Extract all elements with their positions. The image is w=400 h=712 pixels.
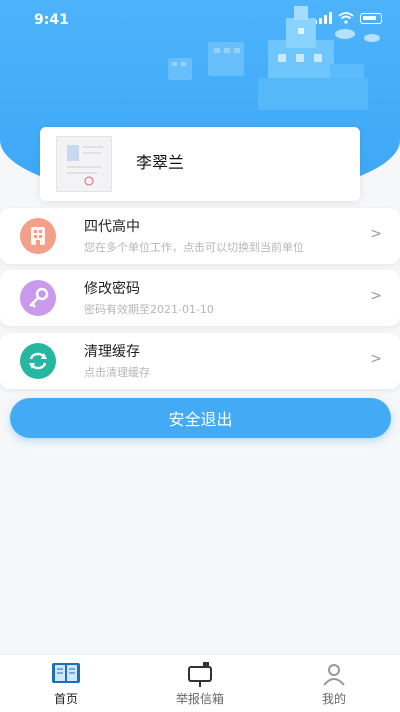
- menu-item-clear-cache[interactable]: 清理缓存 点击清理缓存 >: [0, 333, 400, 389]
- tab-label: 举报信箱: [175, 692, 224, 706]
- menu-item-title: 四代高中: [84, 219, 140, 235]
- avatar[interactable]: [56, 136, 112, 192]
- key-icon: [20, 280, 56, 316]
- user-card: 李翠兰: [40, 127, 360, 201]
- tab-mine[interactable]: 我的: [284, 655, 384, 712]
- book-icon: [52, 663, 80, 683]
- tab-label: 我的: [321, 692, 346, 706]
- menu-item-title: 清理缓存: [84, 344, 140, 360]
- tab-report-mailbox[interactable]: 举报信箱: [150, 655, 250, 712]
- chevron-right-icon: >: [370, 351, 382, 367]
- id-card-image: [67, 145, 103, 186]
- menu-item-title: 修改密码: [84, 281, 140, 297]
- tab-label: 首页: [53, 692, 78, 706]
- tab-bar: 首页 举报信箱 我的: [0, 654, 400, 712]
- chevron-right-icon: >: [370, 288, 382, 304]
- refresh-icon: [20, 343, 56, 379]
- menu-item-subtitle: 点击清理缓存: [84, 366, 150, 379]
- building-icon: [20, 218, 56, 254]
- mailbox-icon: [188, 662, 212, 687]
- menu-item-subtitle: 您在多个单位工作，点击可以切换到当前单位: [84, 241, 304, 254]
- logout-button[interactable]: 安全退出: [10, 398, 391, 438]
- user-icon: [323, 664, 345, 686]
- tab-home[interactable]: 首页: [16, 655, 116, 712]
- user-name: 李翠兰: [136, 153, 185, 172]
- chevron-right-icon: >: [370, 226, 382, 242]
- menu-item-subtitle: 密码有效期至2021-01-10: [84, 303, 214, 316]
- menu-item-switch-unit[interactable]: 四代高中 您在多个单位工作，点击可以切换到当前单位 >: [0, 208, 400, 264]
- menu-item-change-password[interactable]: 修改密码 密码有效期至2021-01-10 >: [0, 270, 400, 326]
